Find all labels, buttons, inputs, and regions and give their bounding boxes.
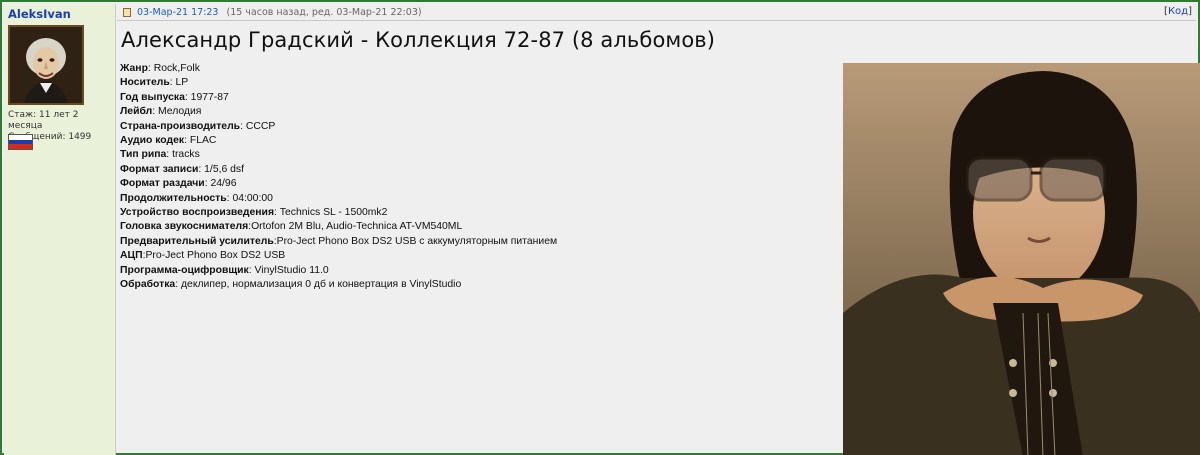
russia-flag-icon [8, 134, 33, 150]
detail-row: Головка звукоснимателя:Ortofon 2M Blu, A… [120, 220, 557, 234]
detail-value: Technics SL - 1500mk2 [279, 207, 388, 219]
detail-label: Формат раздачи [120, 178, 205, 190]
detail-label: Формат записи [120, 163, 199, 175]
detail-label: Год выпуска [120, 91, 185, 103]
detail-row: Страна-производитель: СССР [120, 120, 557, 134]
detail-value: LP [175, 77, 189, 89]
detail-value: Мелодия [158, 106, 202, 118]
detail-row: Тип рипа: tracks [120, 148, 557, 162]
detail-label: Программа-оцифровщик [120, 264, 249, 276]
detail-row: Программа-оцифровщик: VinylStudio 11.0 [120, 264, 557, 278]
detail-row: Предварительный усилитель:Pro-Ject Phono… [120, 235, 557, 249]
detail-label: Страна-производитель [120, 120, 241, 132]
detail-label: Носитель [120, 77, 170, 89]
post-title: Александр Градский - Коллекция 72-87 (8 … [121, 28, 716, 52]
detail-value: Pro-Ject Phono Box DS2 USB [145, 250, 286, 262]
detail-label: Устройство воспроизведения [120, 207, 275, 219]
detail-row: Устройство воспроизведения: Technics SL … [120, 206, 557, 220]
detail-value: 1/5,6 dsf [204, 163, 245, 175]
detail-label: Тип рипа [120, 149, 167, 161]
post-header: 03-Мар-21 17:23 (15 часов назад, ред. 03… [117, 4, 1196, 21]
code-button[interactable]: [Код] [1164, 6, 1192, 17]
detail-value: FLAC [189, 135, 217, 147]
release-details: Жанр: Rock,Folk Носитель: LP Год выпуска: … [120, 62, 557, 293]
detail-label: Жанр [120, 63, 148, 74]
detail-value: СССР [245, 120, 276, 132]
post-document-icon[interactable] [123, 7, 131, 17]
detail-row: Носитель: LP [120, 76, 557, 90]
detail-row: Продолжительность: 04:00:00 [120, 192, 557, 206]
post-frame: AleksIvan Стаж: 11 лет 2 месяца Сообщени… [0, 0, 1200, 455]
detail-label: Головка звукоснимателя [120, 221, 249, 233]
detail-label: АЦП [120, 250, 143, 262]
detail-value: Rock,Folk [153, 63, 200, 74]
detail-label: Предварительный усилитель [120, 235, 274, 247]
detail-value: 1977-87 [190, 91, 229, 103]
detail-row: Жанр: Rock,Folk [120, 62, 557, 76]
detail-row: Аудио кодек: FLAC [120, 134, 557, 148]
detail-value: Ortofon 2M Blu, Audio-Technica AT-VM540M… [251, 221, 463, 233]
user-tenure: Стаж: 11 лет 2 месяца [8, 110, 79, 131]
detail-row: Год выпуска: 1977-87 [120, 91, 557, 105]
post-edit-info: (15 часов назад, ред. 03-Мар-21 22:03) [226, 6, 422, 18]
user-sidebar: AleksIvan Стаж: 11 лет 2 месяца Сообщени… [4, 4, 116, 455]
detail-value: 04:00:00 [232, 192, 273, 204]
username-link[interactable]: AleksIvan [8, 7, 71, 21]
detail-value: деклипер, нормализация 0 дб и конвертаци… [180, 279, 462, 291]
detail-label: Обработка [120, 279, 176, 291]
detail-label: Аудио кодек [120, 135, 185, 147]
avatar[interactable] [8, 25, 84, 105]
code-button-label[interactable]: Код [1168, 6, 1188, 17]
detail-row: Обработка: деклипер, нормализация 0 дб и… [120, 278, 557, 292]
detail-value: VinylStudio 11.0 [254, 264, 329, 276]
detail-value: 24/96 [210, 178, 237, 190]
detail-row: АЦП:Pro-Ject Phono Box DS2 USB [120, 249, 557, 263]
detail-row: Формат записи: 1/5,6 dsf [120, 163, 557, 177]
post-date-link[interactable]: 03-Мар-21 17:23 [137, 7, 218, 18]
detail-value: tracks [172, 149, 200, 161]
cover-photo [843, 63, 1200, 455]
detail-label: Лейбл [120, 106, 153, 118]
detail-value: Pro-Ject Phono Box DS2 USB с аккумулятор… [276, 235, 558, 247]
detail-row: Формат раздачи: 24/96 [120, 177, 557, 191]
detail-row: Лейбл: Мелодия [120, 105, 557, 119]
post-body: 03-Мар-21 17:23 (15 часов назад, ред. 03… [117, 4, 1200, 455]
detail-label: Продолжительность [120, 192, 227, 204]
